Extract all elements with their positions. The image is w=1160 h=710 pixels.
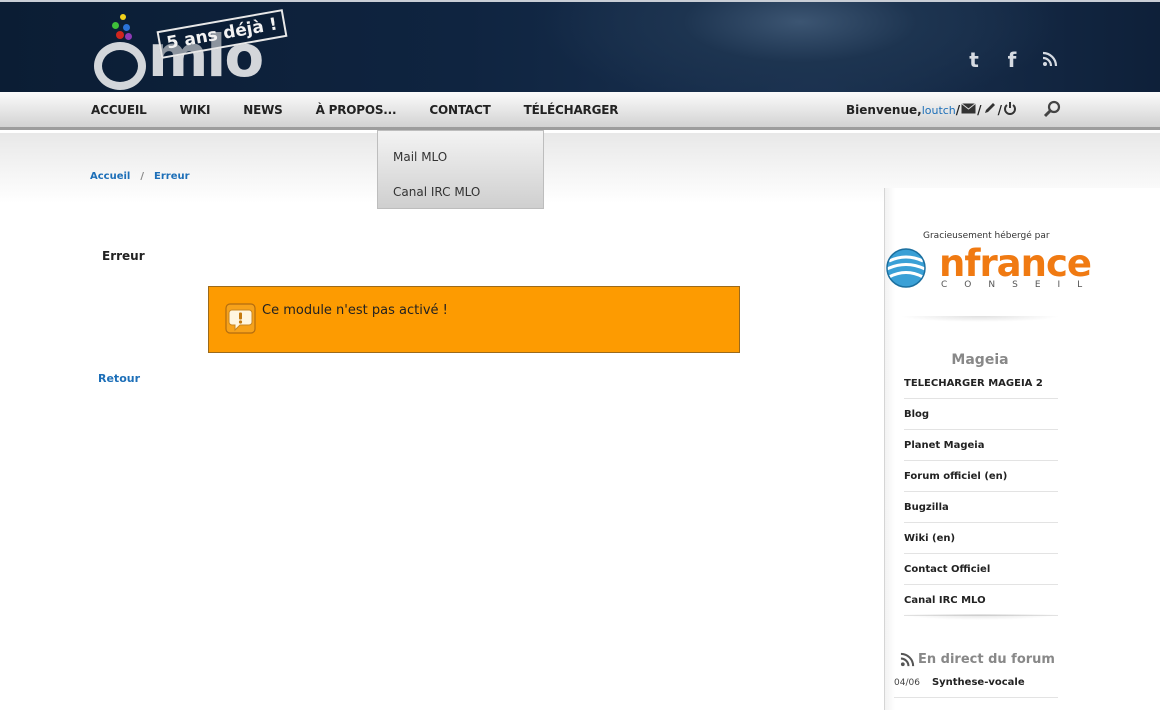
breadcrumb-current[interactable]: Erreur [154, 171, 190, 182]
section-divider [901, 316, 1059, 324]
separator: / [977, 103, 982, 117]
user-box: Bienvenue, loutch / / / [846, 92, 1018, 128]
breadcrumb-separator: / [140, 171, 145, 182]
alert-message: Ce module n'est pas activé ! [262, 303, 448, 318]
menu-item-wiki[interactable]: WIKI [180, 103, 211, 117]
section-divider [901, 614, 1059, 622]
mail-icon[interactable] [961, 102, 976, 118]
sidebar: Gracieusement hébergé par nfrance CONSEI… [884, 188, 1160, 710]
menu-item-telecharger[interactable]: TÉLÉCHARGER [524, 103, 619, 117]
menu-item-contact[interactable]: CONTACT [429, 103, 490, 117]
menu-item-a-propos[interactable]: À PROPOS... [316, 103, 397, 117]
mageia-links: TELECHARGER MAGEIA 2 Blog Planet Mageia … [904, 368, 1058, 616]
breadcrumb: Accueil / Erreur [90, 171, 190, 182]
link-planet-mageia[interactable]: Planet Mageia [904, 430, 1058, 461]
sponsor-label: Gracieusement hébergé par [923, 231, 1050, 241]
warning-icon [225, 303, 256, 334]
link-canal-irc[interactable]: Canal IRC MLO [904, 585, 1058, 616]
rss-icon[interactable] [1040, 48, 1060, 72]
link-telecharger-mageia[interactable]: TELECHARGER MAGEIA 2 [904, 368, 1058, 399]
dropdown-item-canal-irc[interactable]: Canal IRC MLO [393, 185, 480, 199]
sponsor-logo[interactable]: nfrance [939, 244, 1092, 284]
social-links: t f [964, 48, 1060, 72]
twitter-icon[interactable]: t [964, 48, 984, 72]
link-wiki-en[interactable]: Wiki (en) [904, 523, 1058, 554]
forum-post[interactable]: 04/06 Synthese-vocale [894, 668, 1058, 698]
logo-dot-blue [123, 24, 130, 31]
separator: / [997, 103, 1002, 117]
link-forum-officiel[interactable]: Forum officiel (en) [904, 461, 1058, 492]
sponsor-subtitle: CONSEIL [941, 280, 1100, 290]
search-icon[interactable] [1042, 100, 1062, 120]
logo-dot-red [116, 31, 124, 39]
forum-post-topic[interactable]: Synthese-vocale [932, 677, 1025, 688]
main-menu: ACCUEIL WIKI NEWS À PROPOS... CONTACT TÉ… [91, 92, 651, 128]
logo-dot-yellow [120, 14, 126, 20]
site-logo[interactable]: mlo 5 ans déjà ! [92, 9, 288, 92]
link-bugzilla[interactable]: Bugzilla [904, 492, 1058, 523]
separator: / [955, 103, 961, 117]
rss-icon [900, 652, 915, 667]
link-blog[interactable]: Blog [904, 399, 1058, 430]
contact-dropdown: Mail MLO Canal IRC MLO [377, 130, 544, 209]
menu-item-news[interactable]: NEWS [243, 103, 283, 117]
forum-post-date: 04/06 [894, 677, 920, 688]
logout-icon[interactable] [1003, 101, 1017, 119]
dropdown-item-mail-mlo[interactable]: Mail MLO [393, 150, 447, 164]
back-link[interactable]: Retour [98, 372, 140, 385]
mageia-section-title: Mageia [951, 352, 1009, 368]
error-alert: Ce module n'est pas activé ! [208, 286, 740, 353]
site-header: mlo 5 ans déjà ! t f [0, 0, 1160, 92]
logo-dot-green [112, 22, 119, 29]
facebook-icon[interactable]: f [1002, 48, 1022, 72]
page-title: Erreur [102, 249, 145, 263]
breadcrumb-home[interactable]: Accueil [90, 171, 130, 182]
main-menu-bar: ACCUEIL WIKI NEWS À PROPOS... CONTACT TÉ… [0, 92, 1160, 130]
link-contact-officiel[interactable]: Contact Officiel [904, 554, 1058, 585]
forum-title-text: En direct du forum [918, 652, 1055, 667]
logo-dot-purple [125, 33, 132, 40]
menu-item-accueil[interactable]: ACCUEIL [91, 103, 147, 117]
forum-section-title: En direct du forum [900, 652, 1055, 667]
logo-ring [94, 42, 146, 90]
globe-icon[interactable] [885, 247, 927, 289]
username-link[interactable]: loutch [922, 104, 956, 117]
edit-icon[interactable] [983, 101, 997, 119]
welcome-text: Bienvenue, [846, 103, 922, 117]
